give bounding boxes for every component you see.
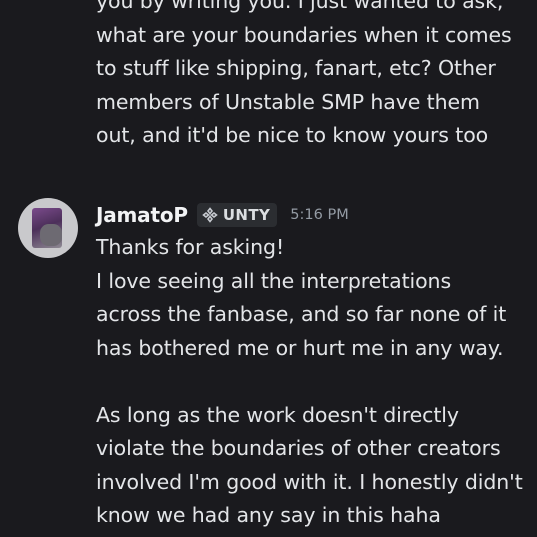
message-header: JamatoP UNTY 5:16 PM (96, 201, 349, 229)
message-line: involved I'm good with it. I honestly di… (96, 469, 523, 494)
avatar-image (32, 208, 62, 248)
message-line: what are your boundaries when it comes (96, 22, 512, 47)
diamond-plus-icon (202, 207, 218, 223)
server-tag-label: UNTY (222, 206, 271, 224)
message-line: members of Unstable SMP have them (96, 89, 480, 114)
message-timestamp: 5:16 PM (290, 207, 349, 223)
message-line: out, and it'd be nice to know yours too (96, 123, 489, 147)
avatar[interactable] (18, 198, 78, 258)
username[interactable]: JamatoP (96, 203, 188, 227)
message-line: to stuff like shipping, fanart, etc? Oth… (96, 56, 496, 80)
message-line: has bothered me or hurt me in any way. (96, 335, 504, 360)
chat-viewport: you by writing you. I just wanted to ask… (0, 0, 537, 537)
message-line: As long as the work doesn't directly (96, 402, 459, 427)
message-line: I love seeing all the interpretations (96, 268, 452, 293)
message-line: across the fanbase, and so far none of i… (96, 302, 507, 326)
previous-message-body: you by writing you. I just wanted to ask… (96, 0, 536, 153)
server-tag-badge[interactable]: UNTY (196, 203, 278, 227)
message-line: violate the boundaries of other creators (96, 436, 501, 460)
message-line: Thanks for asking! (96, 235, 285, 259)
message-line: you by writing you. I just wanted to ask… (96, 0, 504, 13)
message-body: Thanks for asking! I love seeing all the… (96, 231, 536, 533)
message-line: know we had any say in this haha (96, 503, 441, 527)
